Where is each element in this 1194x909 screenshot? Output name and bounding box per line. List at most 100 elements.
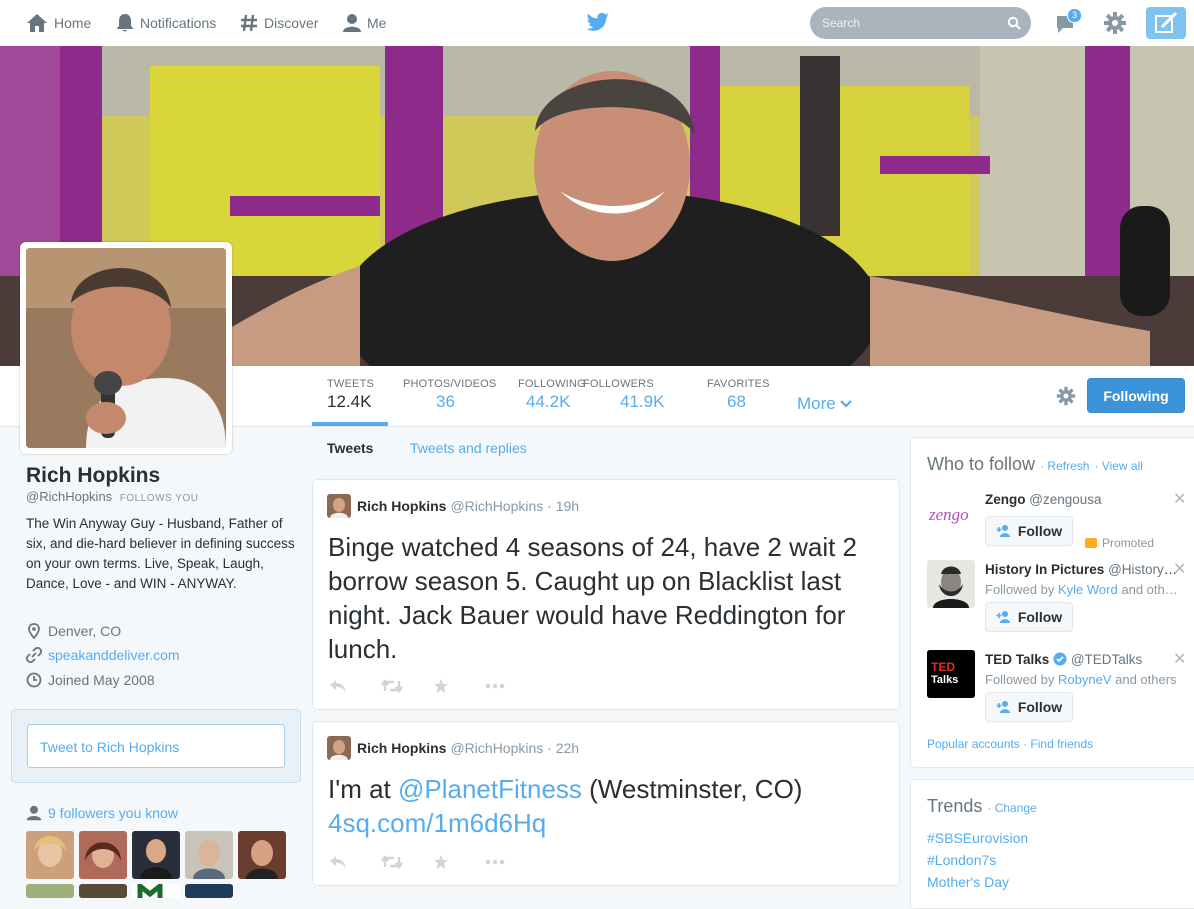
nav-home[interactable]: Home	[26, 12, 91, 34]
history-in-pictures-avatar[interactable]	[927, 560, 975, 608]
messages-count-badge: 3	[1067, 8, 1083, 23]
trend-item[interactable]: #London7s	[927, 852, 996, 868]
tweet-mention-link[interactable]: @PlanetFitness	[398, 774, 582, 804]
follower-avatar[interactable]	[132, 831, 180, 879]
tweet-actions	[329, 854, 537, 870]
more-options-icon[interactable]	[485, 683, 537, 689]
avatar-photo	[26, 248, 226, 448]
refresh-link[interactable]: Refresh	[1047, 459, 1089, 473]
stat-following[interactable]: FOLLOWING 44.2K	[518, 378, 586, 412]
nav-notifications[interactable]: Notifications	[116, 12, 216, 34]
clock-icon	[26, 672, 42, 688]
suggested-account-name-row[interactable]: TED Talks @TEDTalks	[985, 652, 1181, 667]
tweet-author-handle[interactable]: @RichHopkins	[450, 498, 543, 514]
suggested-account: zengo Zengo @zengousa Follow Promoted ✕	[927, 490, 1194, 570]
followed-by-user-link[interactable]: Kyle Word	[1058, 582, 1118, 597]
follower-avatar[interactable]	[132, 884, 180, 898]
nav-home-label: Home	[54, 15, 92, 31]
profile-bio: The Win Anyway Guy - Husband, Father of …	[26, 516, 295, 591]
follow-button[interactable]: Follow	[985, 692, 1073, 722]
suggested-account: History In Pictures @HistoryInPics Follo…	[927, 560, 1194, 640]
retweet-icon[interactable]	[381, 679, 433, 693]
tweet-author-name[interactable]: Rich Hopkins	[357, 498, 446, 514]
stat-followers[interactable]: FOLLOWERS 41.9K	[583, 378, 664, 412]
followers-you-know-text: 9 followers you know	[48, 805, 178, 821]
follow-button-label: Follow	[1017, 699, 1063, 715]
tweet-to-module: Tweet to Rich Hopkins	[11, 709, 301, 783]
trend-item[interactable]: Mother's Day	[927, 874, 1009, 890]
search-placeholder: Search	[822, 16, 861, 30]
reply-icon[interactable]	[329, 855, 381, 869]
profile-avatar[interactable]	[20, 242, 232, 454]
tweet-author-name[interactable]: Rich Hopkins	[357, 740, 446, 756]
search-icon[interactable]	[1007, 16, 1021, 30]
follower-avatar[interactable]	[26, 884, 74, 898]
favorite-star-icon[interactable]	[433, 678, 485, 694]
twitter-bird-logo-icon[interactable]	[587, 12, 609, 32]
dismiss-close-icon[interactable]: ✕	[1173, 649, 1186, 669]
dismiss-close-icon[interactable]: ✕	[1173, 489, 1186, 509]
followed-by-user-link[interactable]: RobyneV	[1058, 672, 1111, 687]
followed-by-prefix: Followed by	[985, 672, 1055, 687]
tweet-url-link[interactable]: 4sq.com/1m6d6Hq	[328, 808, 546, 838]
tab-tweets[interactable]: Tweets	[327, 440, 373, 456]
tweet-author-handle[interactable]: @RichHopkins	[450, 740, 543, 756]
trends-change-link[interactable]: Change	[995, 801, 1037, 815]
profile-location: Denver, CO	[26, 623, 121, 639]
follower-avatar[interactable]	[238, 831, 286, 879]
trend-item[interactable]: #SBSEurovision	[927, 830, 1028, 846]
following-button[interactable]: Following	[1087, 378, 1185, 413]
retweet-icon[interactable]	[381, 855, 433, 869]
view-all-link[interactable]: View all	[1102, 459, 1143, 473]
follow-button[interactable]: Follow	[985, 516, 1073, 546]
direct-messages-button[interactable]: 3	[1055, 8, 1083, 36]
followers-you-know-link[interactable]: 9 followers you know	[26, 805, 178, 821]
stat-favorites[interactable]: FAVORITES 68	[707, 378, 770, 412]
tweet-author-avatar[interactable]	[327, 736, 351, 760]
follower-avatar[interactable]	[26, 831, 74, 879]
more-dropdown[interactable]: More	[797, 394, 852, 414]
reply-icon[interactable]	[329, 679, 381, 693]
nav-discover[interactable]: Discover	[240, 12, 318, 34]
stat-photos-videos[interactable]: PHOTOS/VIDEOS 36	[403, 378, 496, 412]
tweet-timestamp[interactable]: 19h	[556, 498, 579, 514]
tab-tweets-and-replies[interactable]: Tweets and replies	[410, 440, 527, 456]
profile-handle-row: @RichHopkins FOLLOWS YOU	[26, 489, 198, 504]
compose-tweet-button[interactable]	[1146, 7, 1186, 39]
follower-avatar[interactable]	[185, 884, 233, 898]
suggested-account-name-row[interactable]: History In Pictures @HistoryInPics	[985, 562, 1181, 577]
follow-button[interactable]: Follow	[985, 602, 1073, 632]
search-input[interactable]: Search	[810, 7, 1031, 39]
tweet-author-avatar[interactable]	[327, 494, 351, 518]
home-icon	[26, 13, 48, 33]
follower-avatar[interactable]	[79, 831, 127, 879]
follower-avatar[interactable]	[185, 831, 233, 879]
tweet-text-location: (Westminster, CO)	[581, 774, 803, 804]
profile-handle[interactable]: @RichHopkins	[26, 489, 112, 504]
find-friends-link[interactable]: Find friends	[1030, 737, 1093, 751]
more-options-icon[interactable]	[485, 859, 537, 865]
chevron-down-icon	[839, 400, 852, 408]
profile-settings-gear-icon[interactable]	[1056, 386, 1076, 406]
follower-avatar[interactable]	[79, 884, 127, 898]
svg-text:TED: TED	[931, 660, 955, 674]
tweet-to-input[interactable]: Tweet to Rich Hopkins	[27, 724, 285, 768]
link-icon	[26, 647, 42, 663]
follow-button-label: Follow	[1017, 609, 1063, 625]
ted-talks-logo[interactable]: TED Talks	[927, 650, 975, 698]
tweet-card[interactable]: Rich Hopkins @RichHopkins · 19h Binge wat…	[312, 479, 900, 710]
tweet-timestamp[interactable]: 22h	[556, 740, 579, 756]
settings-gear-icon[interactable]	[1103, 11, 1127, 35]
favorite-star-icon[interactable]	[433, 854, 485, 870]
profile-website[interactable]: speakanddeliver.com	[26, 647, 180, 663]
suggested-account-name-row[interactable]: Zengo @zengousa	[985, 492, 1181, 507]
nav-me[interactable]: Me	[343, 12, 386, 34]
tweet-actions	[329, 678, 537, 694]
tweet-card[interactable]: Rich Hopkins @RichHopkins · 22h I'm at @P…	[312, 721, 900, 886]
dismiss-close-icon[interactable]: ✕	[1173, 559, 1186, 579]
stat-tweets[interactable]: TWEETS 12.4K	[327, 378, 374, 412]
popular-accounts-link[interactable]: Popular accounts	[927, 737, 1020, 751]
stat-favorites-label: FAVORITES	[707, 378, 770, 390]
profile-website-link[interactable]: speakanddeliver.com	[48, 647, 180, 663]
zengo-logo[interactable]: zengo	[927, 490, 975, 538]
